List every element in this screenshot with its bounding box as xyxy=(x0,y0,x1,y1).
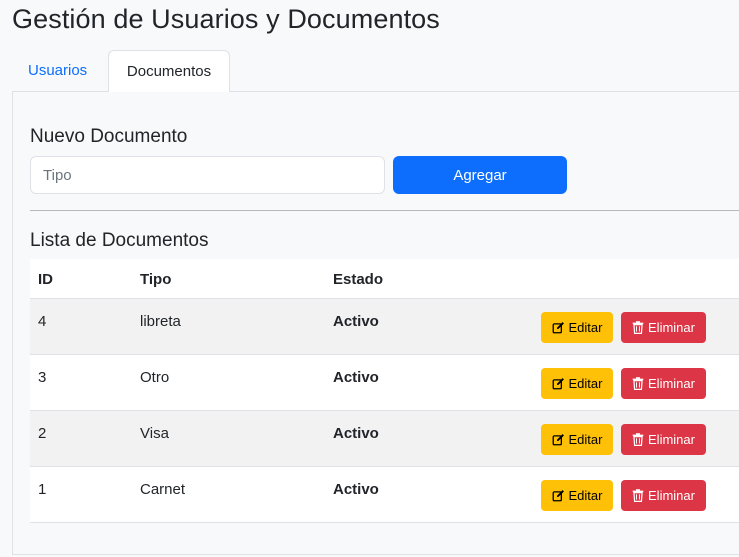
cell-estado: Activo xyxy=(333,369,379,386)
delete-label: Eliminar xyxy=(648,488,695,503)
delete-label: Eliminar xyxy=(648,432,695,447)
delete-button[interactable]: Eliminar xyxy=(621,312,706,343)
table-row: 3 Otro Activo Editar Eliminar xyxy=(30,355,739,411)
table-row: 1 Carnet Activo Editar Eliminar xyxy=(30,467,739,523)
cell-id: 4 xyxy=(38,313,47,330)
cell-tipo: Carnet xyxy=(140,481,186,498)
trash-icon xyxy=(632,489,644,502)
edit-label: Editar xyxy=(568,488,603,503)
documents-table: ID Tipo Estado 4 libreta Activo Editar E… xyxy=(30,259,739,523)
cell-id: 3 xyxy=(38,369,47,386)
edit-icon xyxy=(552,489,565,502)
header-estado: Estado xyxy=(333,271,384,288)
edit-icon xyxy=(552,433,565,446)
edit-button[interactable]: Editar xyxy=(541,368,613,399)
tab-usuarios[interactable]: Usuarios xyxy=(12,50,103,92)
cell-tipo: Visa xyxy=(140,425,169,442)
trash-icon xyxy=(632,377,644,390)
tab-documentos[interactable]: Documentos xyxy=(108,50,230,93)
cell-estado: Activo xyxy=(333,313,379,330)
cell-tipo: libreta xyxy=(140,313,181,330)
edit-label: Editar xyxy=(568,432,603,447)
edit-button[interactable]: Editar xyxy=(541,424,613,455)
header-id: ID xyxy=(38,271,53,288)
delete-button[interactable]: Eliminar xyxy=(621,424,706,455)
header-tipo: Tipo xyxy=(140,271,172,288)
edit-icon xyxy=(552,377,565,390)
edit-button[interactable]: Editar xyxy=(541,480,613,511)
tipo-input[interactable] xyxy=(30,156,385,194)
edit-button[interactable]: Editar xyxy=(541,312,613,343)
delete-button[interactable]: Eliminar xyxy=(621,480,706,511)
delete-label: Eliminar xyxy=(648,320,695,335)
table-row: 4 libreta Activo Editar Eliminar xyxy=(30,299,739,355)
delete-label: Eliminar xyxy=(648,376,695,391)
page-title: Gestión de Usuarios y Documentos xyxy=(12,4,440,34)
edit-label: Editar xyxy=(568,320,603,335)
delete-button[interactable]: Eliminar xyxy=(621,368,706,399)
trash-icon xyxy=(632,433,644,446)
cell-id: 1 xyxy=(38,481,47,498)
cell-tipo: Otro xyxy=(140,369,170,386)
cell-estado: Activo xyxy=(333,481,379,498)
documents-panel: Nuevo Documento Agregar Lista de Documen… xyxy=(12,92,739,555)
edit-label: Editar xyxy=(568,376,603,391)
trash-icon xyxy=(632,321,644,334)
table-header: ID Tipo Estado xyxy=(30,259,739,299)
document-list-title: Lista de Documentos xyxy=(30,230,209,251)
table-row: 2 Visa Activo Editar Eliminar xyxy=(30,411,739,467)
cell-id: 2 xyxy=(38,425,47,442)
tabs: Usuarios Documentos xyxy=(12,50,739,93)
divider xyxy=(30,210,739,211)
new-document-title: Nuevo Documento xyxy=(30,126,188,147)
cell-estado: Activo xyxy=(333,425,379,442)
add-button[interactable]: Agregar xyxy=(393,156,567,194)
edit-icon xyxy=(552,321,565,334)
